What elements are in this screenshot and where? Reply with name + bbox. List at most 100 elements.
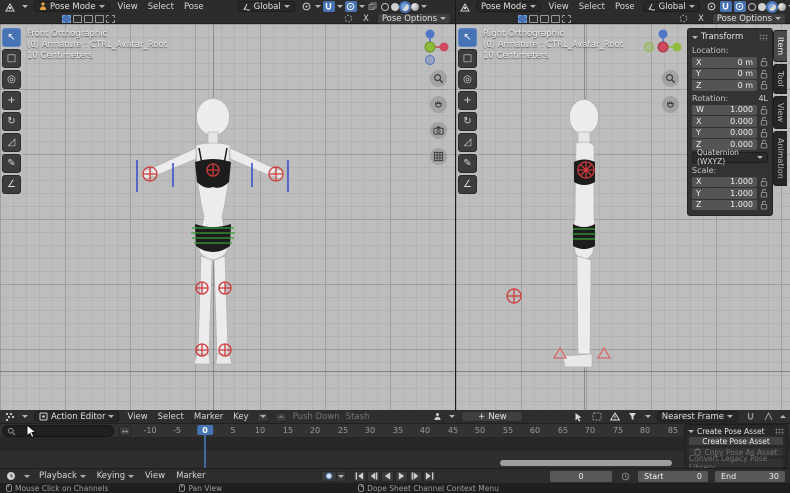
- mirror-x-toggle[interactable]: X: [696, 14, 706, 24]
- snap-magnet-icon[interactable]: [744, 411, 756, 422]
- mode-selector[interactable]: Pose Mode: [34, 1, 110, 12]
- select-mode-box-icon[interactable]: [529, 15, 538, 23]
- stash-button[interactable]: Stash: [346, 412, 370, 422]
- cursor-tool-button[interactable]: ◎: [2, 70, 21, 89]
- mode-selector[interactable]: Pose Mode: [476, 1, 541, 12]
- mirror-x-toggle[interactable]: X: [361, 14, 371, 24]
- scale-y-field[interactable]: Y1.000: [692, 188, 757, 199]
- menu-view[interactable]: View: [547, 2, 571, 12]
- select-box-tool-button[interactable]: □: [458, 49, 477, 68]
- channel-search-input[interactable]: [2, 425, 114, 437]
- pivot-point-icon[interactable]: [706, 1, 718, 12]
- tab-tool[interactable]: Tool: [773, 64, 787, 94]
- lock-icon[interactable]: [759, 139, 768, 149]
- action-down-button[interactable]: [257, 412, 269, 422]
- only-selected-icon[interactable]: [573, 411, 585, 422]
- zoom-view-icon[interactable]: [662, 70, 679, 87]
- select-box-tool-button[interactable]: □: [2, 49, 21, 68]
- new-action-button[interactable]: + New: [461, 411, 523, 422]
- snap-magnet-icon[interactable]: [323, 1, 335, 12]
- panel-collapse-icon[interactable]: [692, 36, 698, 39]
- menu-pose[interactable]: Pose: [182, 2, 206, 12]
- collapse-header-icon[interactable]: [780, 415, 786, 418]
- lock-icon[interactable]: [759, 188, 768, 198]
- location-x-field[interactable]: X0 m: [692, 57, 757, 68]
- playback-menu[interactable]: Playback: [37, 471, 88, 481]
- current-frame-field[interactable]: 0: [550, 471, 612, 482]
- rotation-x-field[interactable]: X0.000: [692, 116, 757, 127]
- jump-to-start-button[interactable]: [353, 471, 366, 482]
- shading-rendered-icon[interactable]: [411, 3, 419, 11]
- tab-view[interactable]: View: [773, 96, 787, 129]
- show-errors-icon[interactable]: [609, 411, 621, 422]
- location-y-field[interactable]: Y0 m: [692, 69, 757, 80]
- select-mode-lasso-icon[interactable]: [95, 15, 104, 23]
- lock-icon[interactable]: [759, 57, 768, 67]
- select-mode-lasso-icon[interactable]: [551, 15, 560, 23]
- proportional-editing-icon[interactable]: [734, 1, 746, 12]
- navigation-gizmo[interactable]: [644, 28, 682, 69]
- editor-type-chevron-icon[interactable]: [24, 475, 30, 478]
- shading-wireframe-icon[interactable]: [748, 3, 756, 11]
- select-mode-extend-icon[interactable]: [562, 15, 571, 23]
- lock-icon[interactable]: [759, 105, 768, 115]
- rotate-tool-button[interactable]: ↻: [2, 112, 21, 131]
- marker-menu[interactable]: Marker: [174, 471, 207, 481]
- transform-orientation-selector[interactable]: Global: [643, 1, 700, 12]
- browse-action-icon[interactable]: [431, 411, 443, 422]
- tab-animation[interactable]: Animation: [773, 131, 787, 186]
- editor-type-chevron-icon[interactable]: [22, 415, 28, 418]
- scale-tool-button[interactable]: ◿: [2, 133, 21, 152]
- play-button[interactable]: [395, 471, 408, 482]
- pose-options-dropdown[interactable]: Pose Options: [712, 13, 786, 24]
- snapping-dropdown[interactable]: Nearest Frame: [657, 411, 738, 422]
- panel-grip-icon[interactable]: [759, 34, 768, 41]
- menu-select[interactable]: Select: [156, 412, 186, 422]
- dope-sheet-mode-selector[interactable]: Action Editor: [34, 411, 119, 422]
- menu-key[interactable]: Key: [231, 412, 250, 422]
- pose-options-dropdown[interactable]: Pose Options: [377, 13, 451, 24]
- pivot-point-icon[interactable]: [301, 1, 313, 12]
- move-tool-button[interactable]: +: [458, 91, 477, 110]
- cursor-tool-button[interactable]: ◎: [458, 70, 477, 89]
- menu-view[interactable]: View: [116, 2, 140, 12]
- scale-z-field[interactable]: Z1.000: [692, 200, 757, 211]
- menu-pose[interactable]: Pose: [613, 2, 637, 12]
- menu-marker[interactable]: Marker: [192, 412, 225, 422]
- move-view-icon[interactable]: [430, 96, 447, 113]
- measure-tool-button[interactable]: ∠: [458, 175, 477, 194]
- editor-type-chevron-icon[interactable]: [22, 5, 28, 8]
- push-down-button[interactable]: Push Down: [293, 412, 340, 422]
- transform-orientation-selector[interactable]: Global: [238, 1, 295, 12]
- location-z-field[interactable]: Z0 m: [692, 80, 757, 91]
- menu-view[interactable]: View: [125, 412, 149, 422]
- editor-type-icon[interactable]: [460, 1, 470, 12]
- jump-to-end-button[interactable]: [423, 471, 436, 482]
- xray-toggle-icon[interactable]: [367, 1, 379, 12]
- rotate-tool-button[interactable]: ↻: [458, 112, 477, 131]
- show-hidden-icon[interactable]: [591, 411, 603, 422]
- panel-grip-icon[interactable]: [775, 428, 784, 435]
- scale-x-field[interactable]: X1.000: [692, 177, 757, 188]
- auto-keying-dropdown[interactable]: [337, 471, 346, 482]
- expand-channels-button[interactable]: ↔: [119, 426, 131, 436]
- camera-view-icon[interactable]: [430, 122, 447, 139]
- convert-legacy-pose-library-button[interactable]: Convert Legacy Pose Library: [688, 458, 784, 468]
- viewport-canvas-right[interactable]: Right Orthographic (0) Armature : CTRL_A…: [456, 24, 790, 410]
- move-tool-button[interactable]: +: [2, 91, 21, 110]
- lock-icon[interactable]: [759, 69, 768, 79]
- select-mode-circle-icon[interactable]: [84, 15, 93, 23]
- editor-type-icon[interactable]: [4, 1, 16, 12]
- viewport-canvas-front[interactable]: Front Orthographic (0) Armature : CTRL_A…: [0, 24, 455, 410]
- measure-tool-button[interactable]: ∠: [2, 175, 21, 194]
- annotate-tool-button[interactable]: ✎: [2, 154, 21, 173]
- lock-icon[interactable]: [759, 128, 768, 138]
- select-mode-box-icon[interactable]: [73, 15, 82, 23]
- rotation-mode-dropdown[interactable]: Quaternion (WXYZ): [692, 152, 768, 163]
- shading-material-icon[interactable]: [768, 3, 776, 11]
- shading-material-icon[interactable]: [401, 3, 409, 11]
- falloff-icon[interactable]: [678, 13, 690, 24]
- snap-magnet-icon[interactable]: [720, 1, 732, 12]
- frame-end-field[interactable]: End 30: [715, 471, 785, 482]
- proportional-falloff-icon[interactable]: [762, 411, 774, 422]
